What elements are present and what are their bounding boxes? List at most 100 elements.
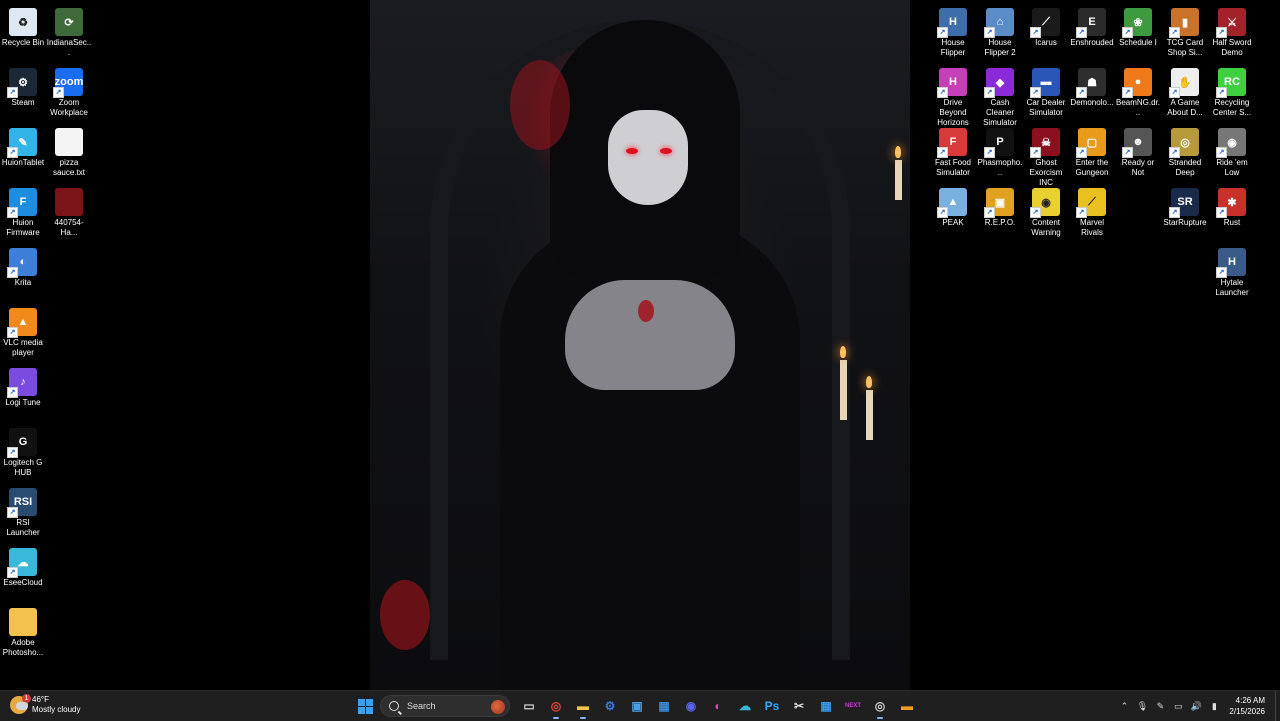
desktop-icon[interactable]: ♻ Recycle Bin [0,4,46,48]
shortcut-arrow-icon: ↗ [1076,207,1087,218]
start-button[interactable] [354,695,376,717]
microsoft-store-taskbar-button[interactable]: ▦ [815,695,837,717]
next-app-taskbar-button[interactable]: NEXT [842,695,864,717]
icon-glyph: ● [1134,76,1142,88]
desktop-icon[interactable]: ⚙ ↗ Steam [0,64,46,108]
image-viewer-taskbar-button[interactable]: ▦ [653,695,675,717]
network-icon[interactable]: ▭ [1169,691,1187,721]
desktop-icon[interactable]: ✋ ↗ A Game About D... [1162,64,1208,118]
shortcut-arrow-icon: ↗ [53,87,64,98]
desktop-icon[interactable]: H ↗ Hytale Launcher [1209,244,1255,298]
desktop-icon[interactable]: ◐ ↗ Krita [0,244,46,288]
icon-glyph: ⟋ [1088,195,1096,208]
desktop-icon[interactable]: F ↗ Fast Food Simulator [930,124,976,178]
desktop-icon[interactable]: ▲ ↗ VLC media player [0,304,46,358]
icon-glyph: H [949,16,957,28]
desktop-icon[interactable]: F ↗ Huion Firmware [0,184,46,238]
desktop-icon[interactable]: ⌂ ↗ House Flipper 2 [977,4,1023,58]
desktop-icon[interactable]: ◎ ↗ Stranded Deep [1162,124,1208,178]
desktop-icon[interactable]: ⚔ ↗ Half Sword Demo [1209,4,1255,58]
desktop-icon[interactable]: ☠ ↗ Ghost Exorcism INC [1023,124,1069,188]
photoshop-icon: Ps [764,699,780,713]
weather-widget[interactable]: 1 46°F Mostly cloudy [10,694,80,715]
photos-taskbar-button[interactable]: ▣ [626,695,648,717]
icon-glyph: ✎ [18,136,28,149]
desktop-icon[interactable]: ☗ ↗ Demonolo... [1069,64,1115,108]
icon-glyph: ❀ [1133,16,1143,29]
desktop-icon[interactable]: ◉ ↗ Content Warning [1023,184,1069,238]
desktop-icon[interactable]: ✱ ↗ Rust [1209,184,1255,228]
desktop-icon[interactable]: ⟳ IndianaSec... [46,4,92,58]
desktop-icon[interactable]: pizza sauce.txt [46,124,92,178]
clock[interactable]: 4:26 AM 2/15/2026 [1229,695,1265,717]
desktop-icon[interactable]: ▲ ↗ PEAK [930,184,976,228]
icon-glyph: ☠ [1041,136,1051,149]
icon-glyph: ✋ [1178,76,1192,89]
desktop-icon[interactable]: ◆ ↗ Cash Cleaner Simulator [977,64,1023,128]
phasmophobia-icon: P ↗ [984,128,1014,158]
recycle-bin-icon: ♻ [9,8,37,36]
desktop-icon[interactable]: ❀ ↗ Schedule I [1115,4,1161,48]
obs-taskbar-button[interactable]: ◎ [869,695,891,719]
search-input[interactable]: Search [380,695,510,717]
huion-tablet-icon: ✎ ↗ [7,128,37,158]
pen-icon[interactable]: ✎ [1151,691,1169,721]
desktop-icon[interactable]: zoom ↗ Zoom Workplace [46,64,92,118]
desktop-icon[interactable]: ▬ ↗ Car Dealer Simulator [1023,64,1069,118]
zoom-icon: zoom ↗ [53,68,83,98]
capcut-taskbar-button[interactable]: ✂ [788,695,810,717]
steam-taskbar-taskbar-button[interactable]: ⚙ [599,695,621,717]
desktop-icon[interactable]: ● ↗ BeamNG.dr... [1115,64,1161,118]
desktop-icon[interactable]: ✎ ↗ HuionTablet [0,124,46,168]
desktop-icon-label: Huion Firmware [6,218,40,237]
chrome-taskbar-button[interactable]: ◎ [545,695,567,719]
sticky-app-taskbar-button[interactable]: ▬ [896,695,918,717]
shortcut-arrow-icon: ↗ [1076,147,1087,158]
shortcut-arrow-icon: ↗ [1122,27,1133,38]
desktop-icon[interactable]: G ↗ Logitech G HUB [0,424,46,478]
desktop-icon[interactable]: ⟋ ↗ Marvel Rivals [1069,184,1115,238]
beamng-icon: ● ↗ [1122,68,1152,98]
desktop-icon[interactable]: 440754-Ha... [46,184,92,238]
desktop-icon[interactable]: H ↗ Drive Beyond Horizons [930,64,976,128]
shortcut-arrow-icon: ↗ [1030,87,1041,98]
desktop-icon[interactable]: ◉ ↗ Ride 'em Low [1209,124,1255,178]
desktop-icon[interactable]: SR ↗ StarRupture [1162,184,1208,228]
desktop-icon[interactable]: ▮ ↗ TCG Card Shop Si... [1162,4,1208,58]
desktop-icon[interactable]: ☁ ↗ EseeCloud [0,544,46,588]
volume-icon[interactable]: 🔊 [1187,691,1205,721]
desktop-icon[interactable]: RSI ↗ RSI Launcher [0,484,46,538]
icon-glyph: H [1228,256,1236,268]
file-explorer-taskbar-button[interactable]: ▬ [572,695,594,719]
desktop-icon[interactable]: E ↗ Enshrouded [1069,4,1115,48]
desktop-icon[interactable]: Adobe Photosho... [0,604,46,658]
icon-glyph: ⟋ [1042,15,1050,28]
steam-taskbar-icon: ⚙ [604,699,616,713]
battery-icon[interactable]: ▮ [1205,691,1223,721]
desktop-icon-label: Logi Tune [5,398,41,407]
stranded-deep-icon: ◎ ↗ [1169,128,1199,158]
desktop-icon-label: R.E.P.O. [984,218,1016,227]
desktop-icon-label: BeamNG.dr... [1115,98,1160,117]
weather-temperature: 46°F [32,695,49,704]
desktop-icon[interactable]: RC ↗ Recycling Center S... [1209,64,1255,118]
krita-taskbar-taskbar-button[interactable]: ◐ [707,695,729,717]
photoshop-taskbar-button[interactable]: Ps [761,695,783,717]
microphone-icon[interactable]: 🎙 [1133,691,1151,721]
chevron-up-icon[interactable]: ⌃ [1115,691,1133,721]
shortcut-arrow-icon: ↗ [1122,87,1133,98]
shortcut-arrow-icon: ↗ [1216,267,1227,278]
show-desktop-button[interactable] [1275,691,1280,721]
desktop-icon[interactable]: ▣ ↗ R.E.P.O. [977,184,1023,228]
icon-glyph: ▲ [17,316,29,328]
discord-taskbar-button[interactable]: ◉ [680,695,702,717]
eseecloud-taskbar-taskbar-button[interactable]: ☁ [734,695,756,717]
desktop-icon[interactable]: ☻ ↗ Ready or Not [1115,124,1161,178]
desktop-icon[interactable]: ♪ ↗ Logi Tune [0,364,46,408]
desktop-icon[interactable]: H ↗ House Flipper [930,4,976,58]
desktop-icon[interactable]: ⟋ ↗ Icarus [1023,4,1069,48]
desktop-icon-label: Ride 'em Low [1216,158,1248,177]
desktop-icon[interactable]: ▢ ↗ Enter the Gungeon [1069,124,1115,178]
task-view-taskbar-button[interactable]: ▭ [518,695,540,717]
desktop-icon[interactable]: P ↗ Phasmopho... [977,124,1023,178]
